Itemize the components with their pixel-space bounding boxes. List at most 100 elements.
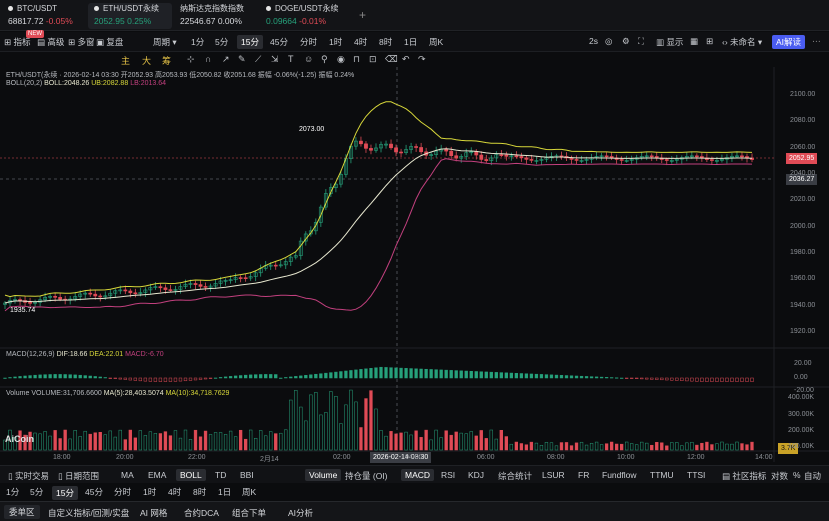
settings-icon[interactable]: ⚙: [622, 36, 630, 47]
ticker-tab-btc[interactable]: BTC/USDT 68817.72 -0.05%: [2, 3, 86, 29]
macd-bar: [83, 375, 87, 379]
tf-5m[interactable]: 5分: [215, 36, 228, 48]
candlestick-chart[interactable]: [0, 67, 829, 462]
main-ind-boll[interactable]: BOLL: [176, 469, 206, 481]
auto-scale-toggle[interactable]: 自动: [804, 470, 821, 482]
tfb-5m[interactable]: 5分: [30, 486, 43, 498]
eye-icon[interactable]: ◉: [337, 54, 345, 65]
add-ticker-button[interactable]: +: [353, 8, 372, 34]
tfb-4h[interactable]: 4时: [168, 486, 181, 498]
tfb-1d[interactable]: 1日: [218, 486, 231, 498]
boll-upper-band: [4, 101, 753, 298]
macd-bar: [609, 377, 614, 379]
main-ind-ma[interactable]: MA: [121, 470, 134, 480]
cursor-icon[interactable]: ⊹: [187, 54, 195, 65]
main-ind-ema[interactable]: EMA: [148, 470, 166, 480]
more-icon[interactable]: ⋯: [812, 36, 821, 47]
tf-8h[interactable]: 8时: [379, 36, 392, 48]
log-scale-toggle[interactable]: 对数: [771, 470, 788, 482]
time-axis-label: 12:00: [687, 454, 705, 461]
trash-icon[interactable]: ⌫: [385, 54, 398, 65]
tfb-intraday[interactable]: 分时: [114, 486, 131, 498]
tfb-15m[interactable]: 15分: [52, 486, 78, 500]
advanced-button[interactable]: ▤ 高级: [37, 36, 64, 48]
emoji-icon[interactable]: ☺: [304, 54, 313, 64]
sub-ind-ttsi[interactable]: TTSI: [687, 470, 705, 480]
ai-interpret-button[interactable]: AI解读: [772, 35, 806, 49]
sub-ind-rsi[interactable]: RSI: [441, 470, 455, 480]
tf-intraday[interactable]: 分时: [300, 36, 317, 48]
layout-name-dropdown[interactable]: ‹› 未命名 ▾: [722, 36, 762, 48]
redo-icon[interactable]: ↷: [418, 54, 426, 65]
ruler-icon[interactable]: ⟋: [255, 54, 261, 65]
sub-ind-kdj[interactable]: KDJ: [468, 470, 484, 480]
ticker-tab-doge[interactable]: DOGE/USDT永续 0.09664 -0.01%: [260, 3, 350, 29]
lock-icon[interactable]: ⚲: [321, 54, 328, 65]
community-indicators-button[interactable]: ▤ 社区指标: [722, 470, 766, 482]
tfb-1h[interactable]: 1时: [143, 486, 156, 498]
volume-bar: [339, 423, 343, 451]
grid-icon[interactable]: ⊞: [706, 36, 713, 47]
tf-45m[interactable]: 45分: [270, 36, 288, 48]
sub-ind-lsur[interactable]: LSUR: [542, 470, 565, 480]
arrow-icon[interactable]: ↗: [222, 54, 230, 65]
sub-ind-volume[interactable]: Volume: [305, 469, 342, 481]
drawing-tool-chips[interactable]: 筹: [162, 54, 171, 67]
measure-icon[interactable]: ⇲: [271, 54, 279, 65]
tfb-8h[interactable]: 8时: [193, 486, 206, 498]
sub-ind-oi[interactable]: 持仓量 (OI): [345, 470, 388, 482]
volume-bar: [720, 441, 724, 451]
date-range-button[interactable]: ▯ 日期范围: [58, 470, 99, 482]
tab-custom-indicators[interactable]: 自定义指标/回测/实盘: [48, 507, 129, 519]
period-dropdown[interactable]: 周期 ▾: [153, 36, 177, 48]
drawing-tool-main[interactable]: 主: [121, 54, 130, 67]
tf-1h[interactable]: 1时: [329, 36, 342, 48]
percent-toggle[interactable]: %: [793, 470, 801, 480]
ticker-tab-eth[interactable]: ETH/USDT永续 2052.95 0.25%: [88, 3, 172, 29]
multi-window-button[interactable]: ⊞ 多窗: [68, 36, 95, 48]
volume-bar: [88, 433, 92, 451]
tab-ai-analysis[interactable]: AI分析: [288, 507, 313, 519]
sub-ind-fr[interactable]: FR: [578, 470, 589, 480]
replay-button[interactable]: ▣ 复盘: [96, 36, 123, 48]
trade-tag[interactable]: ▯ 实时交易: [8, 470, 49, 482]
magnet-icon[interactable]: ∩: [205, 54, 211, 64]
refresh-interval[interactable]: 2s: [589, 36, 598, 46]
main-ind-bbi[interactable]: BBI: [240, 470, 254, 480]
volume-bar: [489, 429, 493, 451]
unlock-icon[interactable]: ⊡: [369, 54, 377, 65]
ticker-tab-nasdaq[interactable]: 纳斯达克指数指数 22546.67 0.00%: [174, 3, 260, 29]
tf-1d[interactable]: 1日: [404, 36, 417, 48]
undo-icon[interactable]: ↶: [402, 54, 410, 65]
tfb-week[interactable]: 周K: [242, 486, 256, 498]
drawing-tool-big[interactable]: 大: [142, 54, 151, 67]
sub-ind-ttmu[interactable]: TTMU: [650, 470, 674, 480]
tf-1m[interactable]: 1分: [191, 36, 204, 48]
sub-ind-stats[interactable]: 综合统计: [498, 470, 532, 482]
display-button[interactable]: ▥ 显示: [656, 36, 683, 48]
macd-bar: [479, 371, 483, 379]
tab-orders[interactable]: 委单区: [4, 505, 40, 519]
chart-area[interactable]: ETH/USDT(永续 · 2026-02-14 03:30 开2052.93 …: [0, 67, 829, 463]
camera-icon[interactable]: ◎: [605, 36, 612, 47]
tf-week[interactable]: 周K: [429, 36, 443, 48]
macd-bar: [379, 366, 383, 379]
macd-bar: [389, 367, 393, 379]
tfb-45m[interactable]: 45分: [85, 486, 103, 498]
macd-bar: [93, 376, 97, 379]
text-icon[interactable]: T: [288, 54, 294, 64]
tfb-1m[interactable]: 1分: [6, 486, 19, 498]
sub-ind-macd[interactable]: MACD: [401, 469, 435, 481]
layout-icon[interactable]: ▦: [690, 36, 698, 47]
tf-4h[interactable]: 4时: [354, 36, 367, 48]
sub-ind-fundflow[interactable]: Fundflow: [602, 470, 637, 480]
main-ind-td[interactable]: TD: [215, 470, 226, 480]
tab-contract-dca[interactable]: 合约DCA: [184, 507, 219, 519]
volume-bar: [640, 441, 644, 451]
tab-ai-grid[interactable]: AI 网格: [140, 507, 167, 519]
fullscreen-icon[interactable]: ⛶: [638, 36, 644, 47]
magnet2-icon[interactable]: ⊓: [353, 54, 360, 65]
tab-combo-order[interactable]: 组合下单: [232, 507, 266, 519]
pen-icon[interactable]: ✎: [238, 54, 246, 65]
tf-15m[interactable]: 15分: [237, 35, 263, 49]
